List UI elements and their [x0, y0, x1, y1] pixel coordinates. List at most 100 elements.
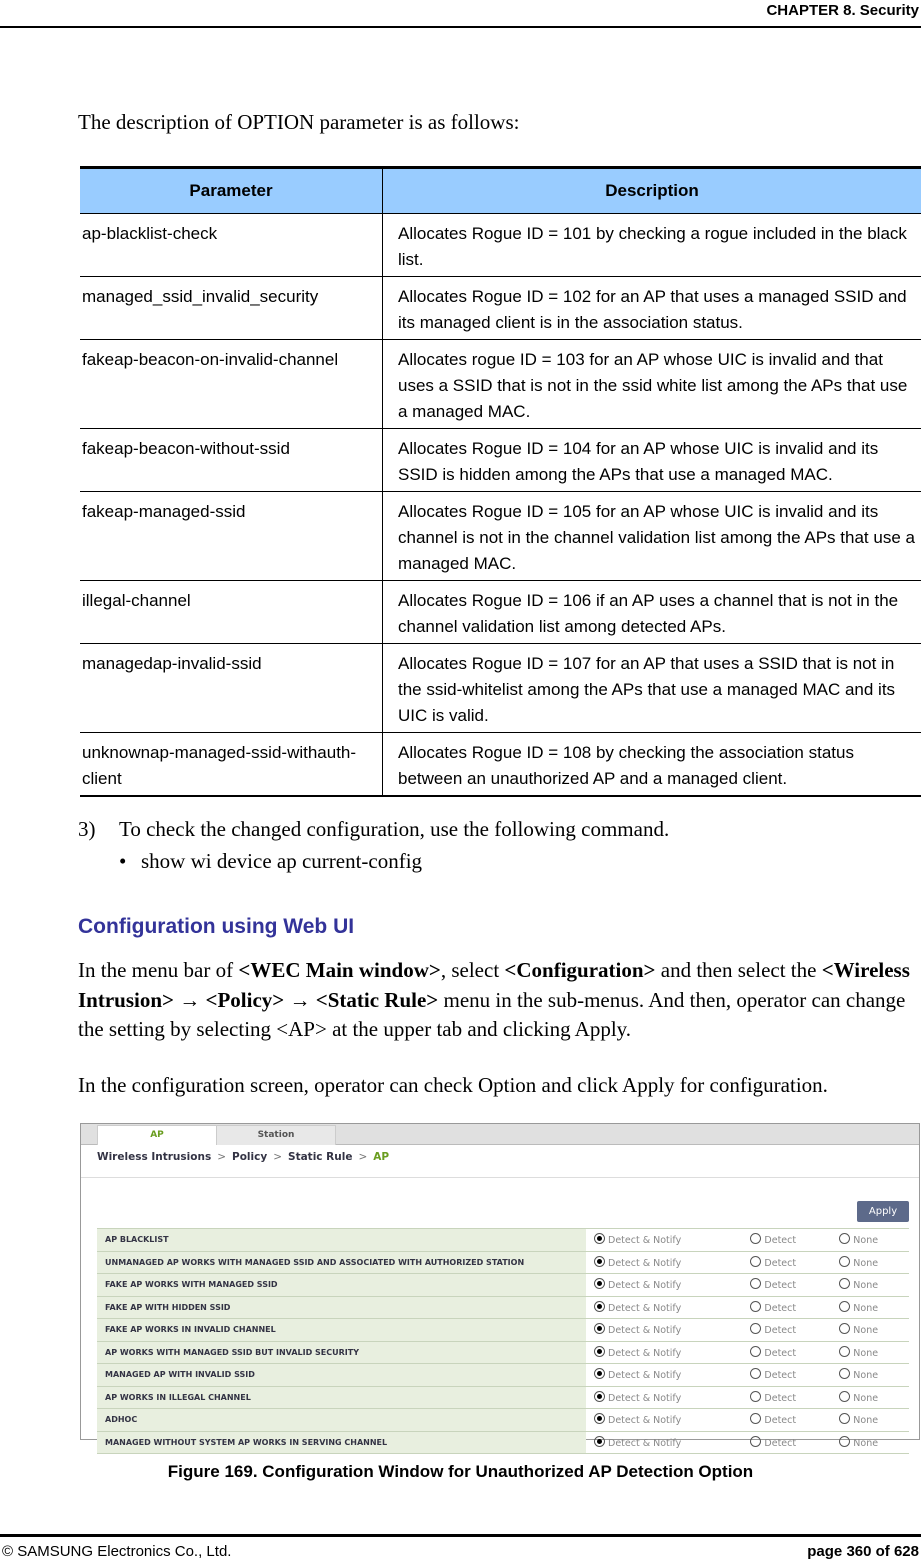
radio-option-detect-notify[interactable]: Detect & Notify — [586, 1430, 743, 1454]
radio-option-none[interactable]: None — [831, 1430, 909, 1454]
radio-option-detect-notify[interactable]: Detect & Notify — [586, 1363, 743, 1386]
radio-icon[interactable] — [839, 1300, 851, 1312]
parameter-cell: managedap-invalid-ssid — [80, 643, 383, 733]
radio-icon[interactable] — [839, 1368, 851, 1380]
rule-row: MANAGED WITHOUT SYSTEM AP WORKS IN SERVI… — [97, 1430, 909, 1454]
radio-option-detect[interactable]: Detect — [742, 1363, 832, 1386]
footer-copyright: © SAMSUNG Electronics Co., Ltd. — [2, 1543, 232, 1560]
intro-text: The description of OPTION parameter is a… — [78, 110, 520, 134]
radio-icon[interactable] — [594, 1255, 605, 1267]
rule-row: UNMANAGED AP WORKS WITH MANAGED SSID AND… — [97, 1250, 909, 1274]
rule-label: AP WORKS WITH MANAGED SSID BUT INVALID S… — [97, 1340, 586, 1364]
radio-icon[interactable] — [750, 1300, 762, 1312]
radio-option-none[interactable]: None — [831, 1318, 909, 1341]
table-row: managedap-invalid-ssid Allocates Rogue ID… — [80, 643, 921, 733]
radio-icon[interactable] — [750, 1368, 762, 1380]
radio-icon[interactable] — [839, 1255, 851, 1267]
radio-icon[interactable] — [750, 1255, 762, 1267]
paragraph-menu-path: In the menu bar of <WEC Main window>, se… — [78, 958, 910, 1041]
radio-icon[interactable] — [594, 1345, 605, 1357]
radio-icon[interactable] — [750, 1435, 762, 1447]
radio-icon[interactable] — [750, 1278, 762, 1290]
footer-rule — [0, 1534, 921, 1537]
rule-row: AP WORKS WITH MANAGED SSID BUT INVALID S… — [97, 1340, 909, 1364]
breadcrumb-static-rule[interactable]: Static Rule — [288, 1151, 352, 1163]
radio-icon[interactable] — [594, 1390, 605, 1402]
radio-icon[interactable] — [839, 1413, 851, 1425]
radio-label: Detect — [764, 1392, 797, 1404]
parameter-cell: ap-blacklist-check — [80, 213, 383, 277]
parameter-table: Parameter Description ap-blacklist-check… — [80, 166, 921, 797]
radio-option-detect[interactable]: Detect — [742, 1430, 832, 1454]
breadcrumb-wireless-intrusions[interactable]: Wireless Intrusions — [97, 1151, 211, 1163]
radio-option-none[interactable]: None — [831, 1363, 909, 1386]
radio-icon[interactable] — [594, 1300, 605, 1312]
column-header-description: Description — [382, 166, 921, 214]
radio-icon[interactable] — [594, 1368, 605, 1380]
radio-option-detect-notify[interactable]: Detect & Notify — [586, 1273, 743, 1296]
radio-label: Detect & Notify — [608, 1392, 682, 1404]
command-text: show wi device ap current-config — [141, 849, 423, 873]
parameter-cell: fakeap-beacon-without-ssid — [80, 428, 383, 492]
table-row: fakeap-beacon-on-invalid-channel Allocate… — [80, 339, 921, 429]
apply-button[interactable]: Apply — [857, 1201, 909, 1222]
radio-option-detect-notify[interactable]: Detect & Notify — [586, 1250, 743, 1274]
radio-icon[interactable] — [594, 1323, 605, 1335]
radio-label: None — [853, 1370, 879, 1382]
radio-icon[interactable] — [750, 1323, 762, 1335]
radio-option-detect[interactable]: Detect — [742, 1273, 832, 1296]
radio-option-none[interactable]: None — [831, 1408, 909, 1431]
tab-ap[interactable]: AP — [97, 1125, 217, 1145]
radio-option-detect-notify[interactable]: Detect & Notify — [586, 1228, 743, 1251]
radio-option-detect-notify[interactable]: Detect & Notify — [586, 1295, 743, 1319]
radio-option-detect-notify[interactable]: Detect & Notify — [586, 1385, 743, 1409]
radio-option-none[interactable]: None — [831, 1385, 909, 1409]
radio-option-none[interactable]: None — [831, 1273, 909, 1296]
radio-icon[interactable] — [594, 1278, 605, 1290]
radio-option-none[interactable]: None — [831, 1295, 909, 1319]
radio-icon[interactable] — [839, 1323, 851, 1335]
radio-icon[interactable] — [839, 1278, 851, 1290]
radio-label: None — [853, 1325, 879, 1337]
rule-label: MANAGED WITHOUT SYSTEM AP WORKS IN SERVI… — [97, 1430, 586, 1454]
rule-label: MANAGED AP WITH INVALID SSID — [97, 1363, 586, 1386]
radio-option-detect[interactable]: Detect — [742, 1385, 832, 1409]
radio-option-detect[interactable]: Detect — [742, 1228, 832, 1251]
breadcrumb-policy[interactable]: Policy — [232, 1151, 267, 1163]
radio-icon[interactable] — [594, 1413, 605, 1425]
breadcrumb-separator: > — [273, 1151, 283, 1163]
rule-label: AP BLACKLIST — [97, 1228, 586, 1251]
radio-icon[interactable] — [750, 1345, 762, 1357]
table-row: unknownap-managed-ssid-withauth-client Al… — [80, 732, 921, 797]
radio-icon[interactable] — [839, 1390, 851, 1402]
radio-label: Detect & Notify — [608, 1437, 682, 1449]
radio-icon[interactable] — [750, 1233, 762, 1245]
radio-option-detect[interactable]: Detect — [742, 1318, 832, 1341]
radio-icon[interactable] — [594, 1435, 605, 1447]
parameter-cell: illegal-channel — [80, 580, 383, 644]
radio-icon[interactable] — [750, 1390, 762, 1402]
radio-label: None — [853, 1347, 879, 1359]
radio-icon[interactable] — [594, 1233, 605, 1245]
radio-option-none[interactable]: None — [831, 1340, 909, 1364]
radio-option-detect-notify[interactable]: Detect & Notify — [586, 1340, 743, 1364]
radio-option-detect[interactable]: Detect — [742, 1340, 832, 1364]
web-ui-screenshot: AP Station Wireless Intrusions > Policy > St… — [80, 1123, 920, 1454]
tab-station[interactable]: Station — [216, 1125, 336, 1145]
radio-icon[interactable] — [839, 1435, 851, 1447]
description-cell: Allocates Rogue ID = 106 if an AP uses a… — [382, 580, 921, 644]
radio-label: Detect — [764, 1415, 797, 1427]
radio-option-detect-notify[interactable]: Detect & Notify — [586, 1318, 743, 1341]
radio-icon[interactable] — [839, 1233, 851, 1245]
radio-icon[interactable] — [750, 1413, 762, 1425]
radio-option-detect[interactable]: Detect — [742, 1408, 832, 1431]
radio-option-detect[interactable]: Detect — [742, 1250, 832, 1274]
radio-label: Detect & Notify — [608, 1370, 682, 1382]
rule-row: AP BLACKLIST Detect & Notify Detect None — [97, 1228, 909, 1251]
radio-option-detect[interactable]: Detect — [742, 1295, 832, 1319]
radio-icon[interactable] — [839, 1345, 851, 1357]
footer-page-number: page 360 of 628 — [807, 1543, 919, 1560]
radio-option-none[interactable]: None — [831, 1250, 909, 1274]
radio-option-none[interactable]: None — [831, 1228, 909, 1251]
radio-option-detect-notify[interactable]: Detect & Notify — [586, 1408, 743, 1431]
